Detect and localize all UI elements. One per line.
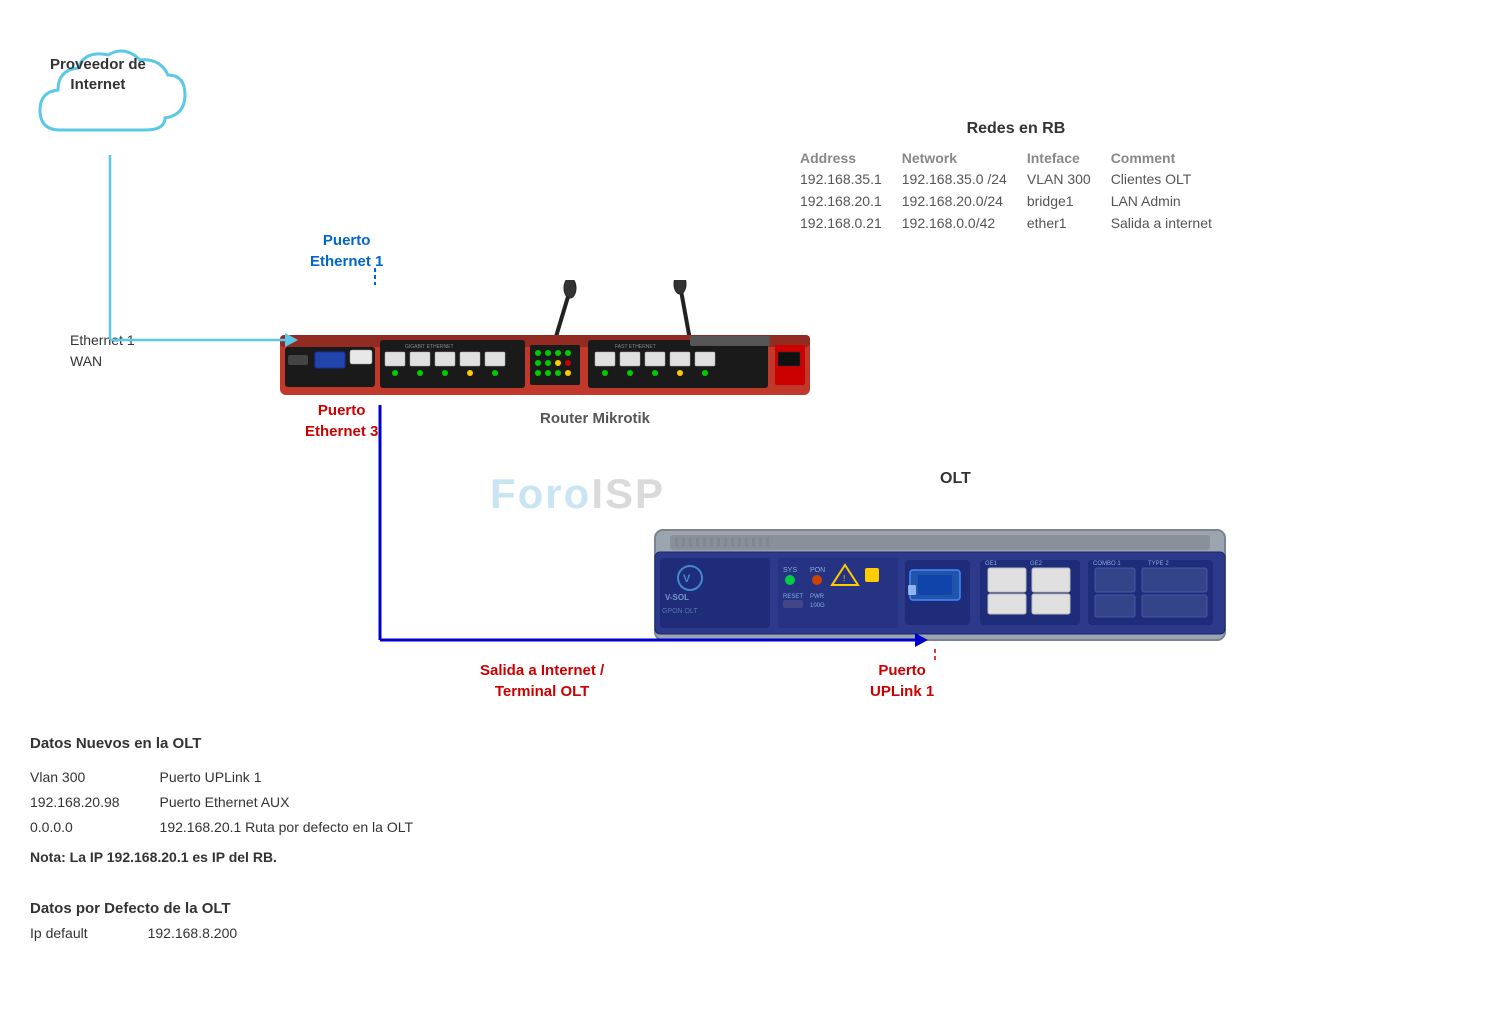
col-interface: Inteface (1027, 148, 1111, 168)
svg-text:GIGABIT ETHERNET: GIGABIT ETHERNET (405, 344, 454, 350)
redes-rb-title: Redes en RB (800, 120, 1232, 138)
router-mikrotik-label: Router Mikrotik (540, 410, 650, 427)
svg-text:TYPE 2: TYPE 2 (1148, 561, 1169, 567)
puerto-eth1-label: Puerto Ethernet 1 (310, 230, 383, 272)
svg-text:V: V (683, 573, 691, 585)
ip-default-value: 192.168.8.200 (148, 925, 238, 941)
salida-internet-label: Salida a Internet / Terminal OLT (480, 660, 604, 702)
datos-nuevos-col2: Puerto UPLink 1 Puerto Ethernet AUX 192.… (160, 765, 413, 841)
puerto-eth3-label: Puerto Ethernet 3 (305, 400, 378, 442)
svg-text:100G: 100G (810, 603, 825, 609)
svg-text:GE1: GE1 (985, 561, 998, 567)
olt-label: OLT (940, 470, 971, 488)
svg-text:RESET: RESET (783, 594, 803, 600)
svg-text:COMBO 1: COMBO 1 (1093, 561, 1121, 567)
svg-text:PWR: PWR (810, 594, 825, 600)
svg-text:PON: PON (810, 567, 825, 574)
datos-defecto-title: Datos por Defecto de la OLT (30, 900, 237, 917)
svg-text:GPON OLT: GPON OLT (662, 608, 698, 615)
datos-defecto-row: Ip default 192.168.8.200 (30, 925, 237, 941)
svg-text:!: ! (843, 574, 845, 583)
eth1-wan-label: Ethernet 1 WAN (70, 330, 135, 372)
puerto-uplink1-label: Puerto UPLink 1 (870, 660, 934, 702)
cloud-label: Proveedor de Internet (50, 55, 146, 94)
col-address: Address (800, 148, 902, 168)
ip-default-label: Ip default (30, 925, 88, 941)
redes-rb-table: Address Network Inteface Comment 192.168… (800, 148, 1232, 234)
datos-defecto-section: Datos por Defecto de la OLT Ip default 1… (30, 900, 237, 941)
col-network: Network (902, 148, 1027, 168)
svg-text:FAST ETHERNET: FAST ETHERNET (615, 344, 656, 350)
col-comment: Comment (1111, 148, 1232, 168)
table-row: 192.168.20.1192.168.20.0/24bridge1LAN Ad… (800, 190, 1232, 212)
svg-text:GE2: GE2 (1030, 561, 1043, 567)
datos-nuevos-nota: Nota: La IP 192.168.20.1 es IP del RB. (30, 845, 413, 870)
datos-nuevos-title: Datos Nuevos en la OLT (30, 730, 413, 757)
olt-device: V V-SOL GPON OLT SYS PON ! RESET PWR 100… (650, 510, 1230, 670)
svg-text:V-SOL: V-SOL (665, 593, 689, 602)
foroISP-watermark: ForoISP (490, 470, 665, 518)
datos-nuevos-col1: Vlan 300 192.168.20.98 0.0.0.0 (30, 765, 120, 841)
svg-text:SYS: SYS (783, 567, 797, 574)
table-row: 192.168.0.21192.168.0.0/42ether1Salida a… (800, 212, 1232, 234)
datos-nuevos-section: Datos Nuevos en la OLT Vlan 300 192.168.… (30, 730, 413, 870)
redes-rb-section: Redes en RB Address Network Inteface Com… (800, 120, 1232, 234)
table-row: 192.168.35.1192.168.35.0 /24VLAN 300Clie… (800, 168, 1232, 190)
router-mikrotik-device: GIGABIT ETHERNET FAST ETHERNET (260, 280, 820, 400)
